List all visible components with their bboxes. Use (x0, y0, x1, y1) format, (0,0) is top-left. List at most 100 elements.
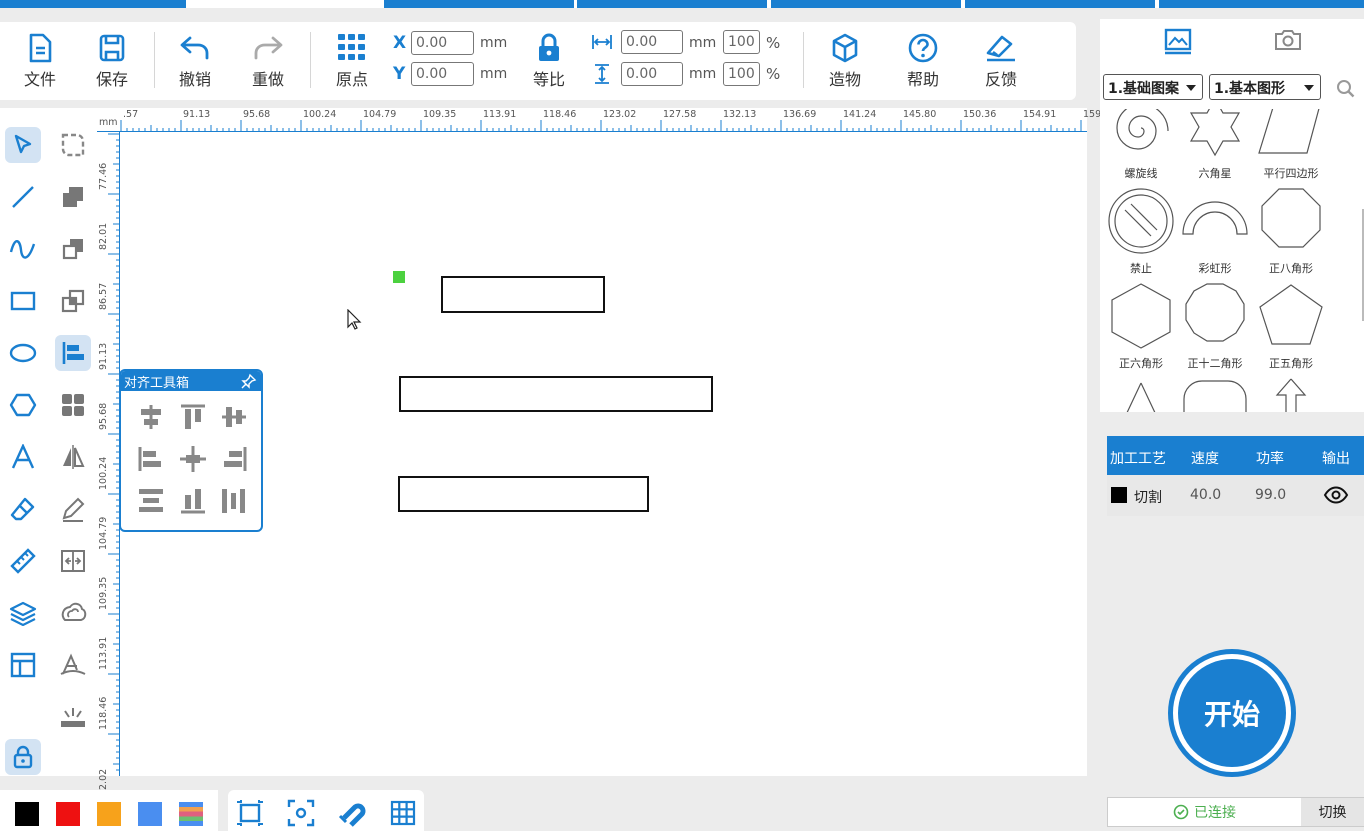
height-input[interactable] (621, 62, 683, 86)
intersect-tool[interactable] (55, 283, 91, 319)
grid-toggle-icon[interactable] (388, 798, 418, 828)
array-tool[interactable] (55, 387, 91, 423)
save-button[interactable]: 保存 (82, 30, 142, 94)
align-toolbox-header[interactable]: 对齐工具箱 (121, 371, 261, 391)
magnet-snap-icon[interactable] (337, 798, 367, 828)
triangle-shape-icon[interactable] (1105, 377, 1177, 412)
ratio-lock-button[interactable]: 等比 (519, 30, 579, 94)
layer-color-swatch[interactable] (1111, 487, 1127, 503)
rounded-rectangle-shape-icon[interactable] (1179, 377, 1251, 412)
laser-tool[interactable] (55, 699, 91, 735)
draw-tool[interactable] (55, 647, 91, 683)
mirror-tool[interactable] (55, 439, 91, 475)
rectangle-shape[interactable] (399, 376, 713, 412)
pin-icon[interactable] (241, 373, 257, 389)
canvas-lock-button[interactable] (5, 739, 41, 775)
dodecagon-shape-icon[interactable] (1179, 281, 1251, 351)
dashed-frame-icon (61, 133, 85, 157)
spiral-shape-icon[interactable] (1105, 109, 1177, 161)
origin-button[interactable]: 原点 (322, 30, 382, 94)
ellipse-tool[interactable] (5, 335, 41, 371)
hexagram-shape-icon[interactable] (1179, 109, 1251, 161)
offset-tool[interactable] (55, 595, 91, 631)
path-edit-tool[interactable] (55, 491, 91, 527)
tab-segment[interactable] (965, 0, 1155, 8)
undo-button[interactable]: 撤销 (165, 30, 225, 94)
arrow-up-shape-icon[interactable] (1255, 377, 1327, 412)
parallelogram-shape-icon[interactable] (1255, 109, 1327, 161)
octagon-shape-icon[interactable] (1255, 186, 1327, 256)
redo-button[interactable]: 重做 (238, 30, 298, 94)
fit-page-icon[interactable] (235, 798, 265, 828)
help-button[interactable]: 帮助 (893, 30, 953, 94)
subcategory-select[interactable]: 1.基本图形 (1209, 74, 1321, 100)
width-input[interactable] (621, 30, 683, 54)
line-tool[interactable] (5, 179, 41, 215)
color-swatch-black[interactable] (15, 802, 39, 826)
origin-marker[interactable] (393, 271, 405, 283)
distribute-vertical-icon[interactable] (135, 485, 167, 517)
align-tool[interactable] (55, 335, 91, 371)
feedback-button[interactable]: 反馈 (971, 30, 1031, 94)
prohibited-shape-icon[interactable] (1105, 186, 1177, 256)
union-tool[interactable] (55, 179, 91, 215)
ruler-label: .57 (123, 109, 139, 120)
search-icon[interactable] (1336, 79, 1356, 99)
tab-segment[interactable] (1159, 0, 1364, 8)
tab-segment[interactable] (577, 0, 767, 8)
layer-row[interactable]: 切割 40.0 99.0 (1107, 475, 1364, 516)
design-canvas[interactable] (120, 132, 1087, 776)
layers-tool[interactable] (5, 595, 41, 631)
camera-icon[interactable] (1273, 27, 1303, 53)
horizontal-ruler[interactable]: mm .57 91.13 95.68 100.24 104.79 109.35 113.91… (97, 108, 1104, 132)
pentagon-shape-icon[interactable] (1255, 281, 1327, 351)
split-tool[interactable] (55, 543, 91, 579)
curve-tool[interactable] (5, 231, 41, 267)
tab-segment[interactable] (0, 0, 186, 8)
rectangle-tool[interactable] (5, 283, 41, 319)
select-tool[interactable] (5, 127, 41, 163)
polygon-tool[interactable] (5, 387, 41, 423)
measure-tool[interactable] (5, 543, 41, 579)
color-swatch-red[interactable] (56, 802, 80, 826)
color-palette-button[interactable] (179, 802, 203, 826)
rectangle-shape[interactable] (398, 476, 649, 512)
rainbow-shape-icon[interactable] (1179, 186, 1251, 256)
height-percent-input[interactable] (723, 62, 760, 86)
build-button[interactable]: 造物 (815, 30, 875, 94)
align-right-icon[interactable] (218, 443, 250, 475)
file-button[interactable]: 文件 (10, 30, 70, 94)
rectangle-shape[interactable] (441, 276, 605, 313)
eraser-tool[interactable] (5, 491, 41, 527)
vertical-ruler[interactable]: 77.46 82.01 86.57 91.13 95.68 100.24 104.79 109… (97, 132, 120, 790)
switch-button[interactable]: 切换 (1301, 798, 1364, 826)
y-position-input[interactable] (411, 62, 474, 86)
align-center-icon[interactable] (177, 443, 209, 475)
ruler-label: 127.58 (663, 109, 697, 120)
tab-segment[interactable] (771, 0, 961, 8)
align-center-horizontal-icon[interactable] (135, 401, 167, 433)
image-icon[interactable] (1163, 27, 1193, 55)
distribute-horizontal-icon[interactable] (218, 485, 250, 517)
align-left-icon[interactable] (135, 443, 167, 475)
width-percent-input[interactable] (723, 30, 760, 54)
color-swatch-orange[interactable] (97, 802, 121, 826)
zoom-selection-icon[interactable] (286, 798, 316, 828)
layer-speed[interactable]: 40.0 (1190, 487, 1221, 503)
align-center-vertical-icon[interactable] (218, 401, 250, 433)
color-swatch-blue[interactable] (138, 802, 162, 826)
layout-tool[interactable] (5, 647, 41, 683)
subtract-tool[interactable] (55, 231, 91, 267)
align-bottom-icon[interactable] (177, 485, 209, 517)
eye-icon[interactable] (1323, 485, 1349, 505)
height-icon (595, 64, 609, 84)
node-edit-tool[interactable] (55, 127, 91, 163)
align-top-icon[interactable] (177, 401, 209, 433)
hexagon-shape-icon[interactable] (1105, 281, 1177, 351)
tab-segment[interactable] (384, 0, 574, 8)
layer-power[interactable]: 99.0 (1255, 487, 1286, 503)
category-select[interactable]: 1.基础图案 (1103, 74, 1203, 100)
x-position-input[interactable] (411, 31, 474, 55)
start-button[interactable]: 开始 (1168, 649, 1296, 777)
text-tool[interactable] (5, 439, 41, 475)
